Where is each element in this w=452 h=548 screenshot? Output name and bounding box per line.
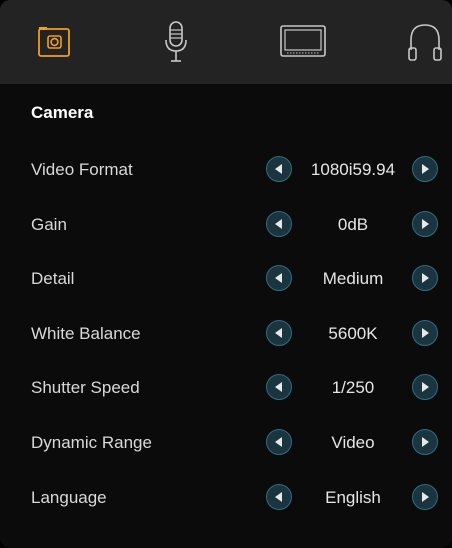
increase-button[interactable] xyxy=(412,429,438,455)
arrow-right-icon xyxy=(422,492,429,502)
setting-label: Gain xyxy=(31,215,67,234)
tab-audio[interactable] xyxy=(146,0,206,84)
decrease-button[interactable] xyxy=(266,484,292,510)
section-title: Camera xyxy=(31,103,94,122)
camera-icon xyxy=(38,27,70,57)
setting-label: Dynamic Range xyxy=(31,433,152,452)
setting-row: Detail Medium xyxy=(0,259,452,299)
increase-button[interactable] xyxy=(412,374,438,400)
arrow-left-icon xyxy=(275,164,282,174)
arrow-right-icon xyxy=(422,219,429,229)
setting-value: 0dB xyxy=(337,215,369,234)
decrease-button[interactable] xyxy=(266,265,292,291)
setting-value: 5600K xyxy=(328,324,378,343)
arrow-right-icon xyxy=(422,382,429,392)
setting-row: Video Format 1080i59.94 xyxy=(0,150,452,190)
decrease-button[interactable] xyxy=(266,156,292,182)
tab-camera[interactable] xyxy=(24,0,84,84)
decrease-button[interactable] xyxy=(266,429,292,455)
setting-value: Video xyxy=(331,433,375,452)
setting-row: Gain 0dB xyxy=(0,205,452,245)
setting-row: Language English xyxy=(0,478,452,518)
setting-label: Shutter Speed xyxy=(31,378,140,397)
increase-button[interactable] xyxy=(412,320,438,346)
arrow-left-icon xyxy=(275,328,282,338)
setting-value: Medium xyxy=(322,269,384,288)
arrow-left-icon xyxy=(275,273,282,283)
decrease-button[interactable] xyxy=(266,374,292,400)
increase-button[interactable] xyxy=(412,484,438,510)
increase-button[interactable] xyxy=(412,211,438,237)
setting-label: White Balance xyxy=(31,324,141,343)
tab-display[interactable] xyxy=(268,0,338,84)
setting-row: Dynamic Range Video xyxy=(0,423,452,463)
headphones-icon xyxy=(408,24,442,61)
settings-screen: Camera Video Format 1080i59.94 Gain 0dB Deta… xyxy=(0,0,452,548)
setting-label: Video Format xyxy=(31,160,133,179)
arrow-right-icon xyxy=(422,328,429,338)
setting-label: Detail xyxy=(31,269,75,288)
arrow-left-icon xyxy=(275,492,282,502)
setting-value: 1080i59.94 xyxy=(310,160,396,179)
setting-row: White Balance 5600K xyxy=(0,314,452,354)
tab-headphones[interactable] xyxy=(398,0,452,84)
increase-button[interactable] xyxy=(412,265,438,291)
monitor-icon xyxy=(280,25,326,57)
arrow-right-icon xyxy=(422,437,429,447)
arrow-right-icon xyxy=(422,273,429,283)
setting-row: Shutter Speed 1/250 xyxy=(0,368,452,408)
arrow-left-icon xyxy=(275,382,282,392)
arrow-left-icon xyxy=(275,437,282,447)
arrow-left-icon xyxy=(275,219,282,229)
setting-value: English xyxy=(325,488,381,507)
setting-value: 1/250 xyxy=(331,378,375,397)
arrow-right-icon xyxy=(422,164,429,174)
microphone-icon xyxy=(165,21,187,62)
decrease-button[interactable] xyxy=(266,320,292,346)
setting-label: Language xyxy=(31,488,107,507)
increase-button[interactable] xyxy=(412,156,438,182)
decrease-button[interactable] xyxy=(266,211,292,237)
tab-bar xyxy=(0,0,452,84)
